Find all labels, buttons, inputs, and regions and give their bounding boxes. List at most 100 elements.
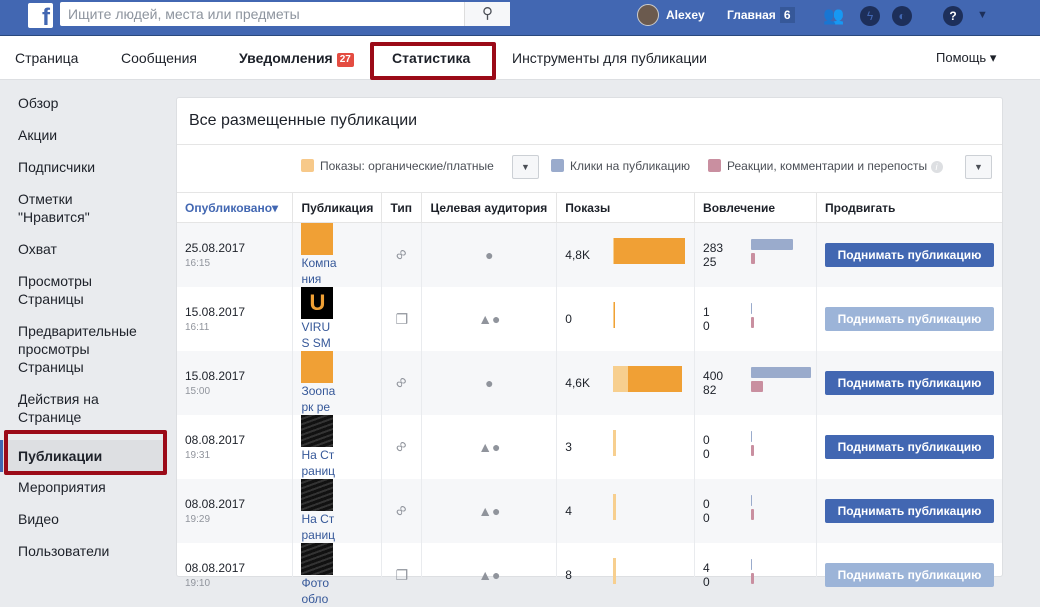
- engagement-cell: 10: [694, 287, 817, 351]
- organic-bar: [614, 558, 617, 584]
- globe-icon[interactable]: ◐: [892, 6, 912, 26]
- help-icon[interactable]: ?: [943, 6, 963, 26]
- post-cell[interactable]: Компания: [292, 222, 383, 287]
- engagement-cell: 40: [694, 543, 817, 607]
- impressions-dropdown[interactable]: ▼: [512, 155, 539, 179]
- post-link[interactable]: Компания: [301, 255, 337, 287]
- post-cell[interactable]: На Страниц: [292, 479, 383, 543]
- post-link[interactable]: На Страниц: [301, 447, 337, 479]
- boost-post-button[interactable]: Поднимать публикацию: [825, 243, 994, 267]
- photo-album-icon: ❐: [395, 310, 409, 327]
- info-icon[interactable]: i: [930, 161, 943, 173]
- post-link[interactable]: На Страниц: [301, 511, 337, 543]
- photo-album-icon: ❐: [395, 566, 409, 583]
- engagement-dropdown[interactable]: ▼: [965, 155, 992, 179]
- search-placeholder: Ищите людей, места или предметы: [68, 6, 300, 22]
- sidebar-item-page-previews[interactable]: Предварительные просмотры Страницы: [0, 318, 150, 386]
- post-cell[interactable]: UVIRUS SM: [292, 287, 383, 351]
- sidebar-item-page-actions[interactable]: Действия на Странице: [0, 386, 120, 436]
- boost-post-button[interactable]: Поднимать публикацию: [825, 563, 994, 587]
- friends-icon[interactable]: 👥: [823, 6, 844, 26]
- tab-messages[interactable]: Сообщения: [121, 36, 197, 80]
- chevron-down-icon[interactable]: ▼: [977, 0, 988, 30]
- sidebar-item-reach[interactable]: Охват: [0, 236, 166, 268]
- sidebar-item-followers[interactable]: Подписчики: [0, 154, 166, 186]
- post-link[interactable]: Зоопарк ре: [301, 383, 337, 415]
- reactions-bar: [751, 445, 755, 456]
- impressions-value: 3: [565, 440, 572, 454]
- link-icon: ∞: [391, 500, 412, 521]
- post-thumbnail[interactable]: [301, 543, 334, 575]
- post-date: 08.08.2017: [185, 433, 246, 447]
- boost-post-button[interactable]: Поднимать публикацию: [825, 371, 994, 395]
- reactions-bar: [751, 381, 764, 392]
- boost-post-button[interactable]: Поднимать публикацию: [825, 307, 994, 331]
- clicks-bar: [751, 303, 753, 314]
- help-menu[interactable]: Помощь ▾: [936, 36, 996, 80]
- table-row: 08.08.2017 19:31 На Страниц ∞ ▲● 3 00 Под…: [177, 415, 1002, 479]
- engagement-cell: 00: [694, 479, 817, 543]
- clicks-value: 1: [703, 305, 710, 319]
- home-link[interactable]: Главная 6: [727, 0, 795, 30]
- home-count: 6: [779, 7, 795, 23]
- reactions-value: 0: [703, 447, 710, 461]
- boost-post-button[interactable]: Поднимать публикацию: [825, 435, 994, 459]
- impressions-value: 4: [565, 504, 572, 518]
- reactions-value: 0: [703, 319, 710, 333]
- facebook-logo[interactable]: f: [28, 3, 53, 28]
- post-type: ❐: [381, 543, 423, 607]
- audience-cell: ▲●: [421, 287, 558, 351]
- reactions-value: 0: [703, 575, 710, 589]
- profile-link[interactable]: Alexey: [666, 0, 705, 30]
- sidebar-item-page-views[interactable]: Просмотры Страницы: [0, 268, 120, 318]
- post-thumbnail[interactable]: [301, 223, 334, 255]
- page-tabs: Страница Сообщения Уведомления 27 Статист…: [0, 36, 1040, 80]
- impressions-bar: [613, 430, 617, 456]
- post-cell[interactable]: Фото обло: [292, 543, 383, 607]
- legend-reactions: Реакции, комментарии и перепосты i: [708, 159, 943, 173]
- tab-page[interactable]: Страница: [15, 36, 78, 80]
- post-cell[interactable]: Зоопарк ре: [292, 351, 383, 415]
- engagement-cell: 283 25: [694, 222, 817, 287]
- table-row: 15.08.2017 16:11 UVIRUS SM ❐ ▲● 0 10 Подн…: [177, 287, 1002, 351]
- tab-publishing-tools[interactable]: Инструменты для публикации: [512, 36, 707, 80]
- published-cell: 15.08.2017 15:00: [177, 351, 294, 415]
- sidebar-item-likes[interactable]: Отметки "Нравится": [0, 186, 120, 236]
- post-cell[interactable]: На Страниц: [292, 415, 383, 479]
- boost-post-button[interactable]: Поднимать публикацию: [825, 499, 994, 523]
- post-type: ∞: [381, 479, 423, 543]
- table-row: 15.08.2017 15:00 Зоопарк ре ∞ ● 4,6K 400 8…: [177, 351, 1002, 415]
- search-input[interactable]: Ищите людей, места или предметы ⚲: [60, 2, 510, 26]
- post-thumbnail[interactable]: [301, 415, 334, 447]
- post-link[interactable]: Фото обло: [301, 575, 337, 607]
- impressions-cell: 4,6K: [556, 351, 696, 415]
- avatar[interactable]: [637, 4, 659, 26]
- tab-notifications[interactable]: Уведомления 27: [239, 36, 354, 80]
- sidebar-item-people[interactable]: Пользователи: [0, 538, 166, 570]
- impressions-cell: 0: [556, 287, 696, 351]
- col-published[interactable]: Опубликовано▾: [177, 192, 294, 223]
- legend-clicks: Клики на публикацию: [551, 159, 690, 173]
- post-link[interactable]: VIRUS SM: [301, 319, 337, 351]
- promote-cell: Поднимать публикацию: [816, 479, 1002, 543]
- sidebar-item-overview[interactable]: Обзор: [0, 90, 166, 122]
- sidebar-item-events[interactable]: Мероприятия: [0, 474, 166, 506]
- post-thumbnail[interactable]: U: [301, 287, 334, 319]
- reactions-value: 25: [703, 255, 717, 269]
- engagement-cell: 400 82: [694, 351, 817, 415]
- sidebar-item-videos[interactable]: Видео: [0, 506, 166, 538]
- legend-clicks-label: Клики на публикацию: [570, 159, 691, 173]
- messenger-icon[interactable]: ϟ: [860, 6, 880, 26]
- warning-icon: ▲: [478, 567, 493, 583]
- col-engagement: Вовлечение: [694, 192, 817, 223]
- post-date: 08.08.2017: [185, 497, 246, 511]
- highlight-insights-tab: [370, 42, 496, 80]
- table-row: 08.08.2017 19:10 Фото обло ❐ ▲● 8 40 Подн…: [177, 543, 1002, 607]
- post-thumbnail[interactable]: [301, 479, 334, 511]
- organic-bar: [614, 366, 629, 392]
- audience-cell: ▲●: [421, 479, 558, 543]
- post-thumbnail[interactable]: [301, 351, 334, 383]
- published-cell: 15.08.2017 16:11: [177, 287, 294, 351]
- search-icon[interactable]: ⚲: [464, 2, 510, 26]
- sidebar-item-promotions[interactable]: Акции: [0, 122, 166, 154]
